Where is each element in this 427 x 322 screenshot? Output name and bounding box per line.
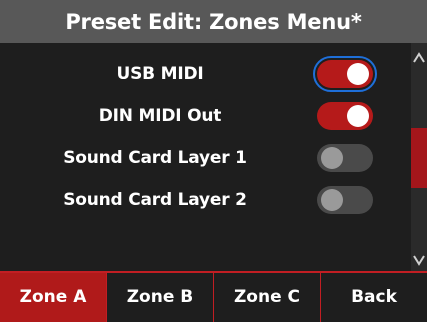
tab-label: Zone A	[19, 286, 87, 307]
setting-label-usb-midi: USB MIDI	[116, 64, 204, 84]
zone-tab-bar: Zone A Zone B Zone C Back	[0, 271, 427, 322]
tab-zone-b[interactable]: Zone B	[107, 271, 214, 322]
toggle-knob	[321, 147, 343, 169]
tab-label: Back	[351, 286, 397, 307]
tab-zone-c[interactable]: Zone C	[214, 271, 321, 322]
tab-label: Zone B	[126, 286, 194, 307]
chevron-down-icon	[413, 255, 425, 266]
toggle-knob	[347, 105, 369, 127]
scroll-down-icon[interactable]	[411, 250, 427, 270]
tab-label: Zone C	[233, 286, 301, 307]
setting-row-din-midi-out[interactable]: DIN MIDI Out	[0, 95, 411, 137]
page-title: Preset Edit: Zones Menu*	[65, 9, 362, 34]
setting-row-sound-card-layer-2[interactable]: Sound Card Layer 2	[0, 179, 411, 221]
setting-label-sound-card-layer-1: Sound Card Layer 1	[63, 148, 247, 168]
back-button[interactable]: Back	[321, 271, 427, 322]
footer-divider	[0, 271, 427, 273]
setting-label-sound-card-layer-2: Sound Card Layer 2	[63, 190, 247, 210]
title-bar: Preset Edit: Zones Menu*	[0, 0, 427, 43]
scroll-up-icon[interactable]	[411, 48, 427, 68]
setting-label-din-midi-out: DIN MIDI Out	[98, 106, 222, 126]
sound-card-layer-2-toggle[interactable]	[317, 186, 373, 214]
sound-card-layer-1-toggle[interactable]	[317, 144, 373, 172]
setting-row-sound-card-layer-1[interactable]: Sound Card Layer 1	[0, 137, 411, 179]
toggle-knob	[321, 189, 343, 211]
din-midi-out-toggle[interactable]	[317, 102, 373, 130]
scrollbar-thumb[interactable]	[411, 128, 427, 188]
usb-midi-toggle[interactable]	[313, 56, 377, 92]
setting-row-usb-midi[interactable]: USB MIDI	[0, 53, 411, 95]
toggle-knob	[347, 63, 369, 85]
chevron-up-icon	[413, 52, 425, 63]
tab-zone-a[interactable]: Zone A	[0, 271, 107, 322]
settings-list: USB MIDI DIN MIDI Out Sound Card Layer 1…	[0, 43, 411, 271]
